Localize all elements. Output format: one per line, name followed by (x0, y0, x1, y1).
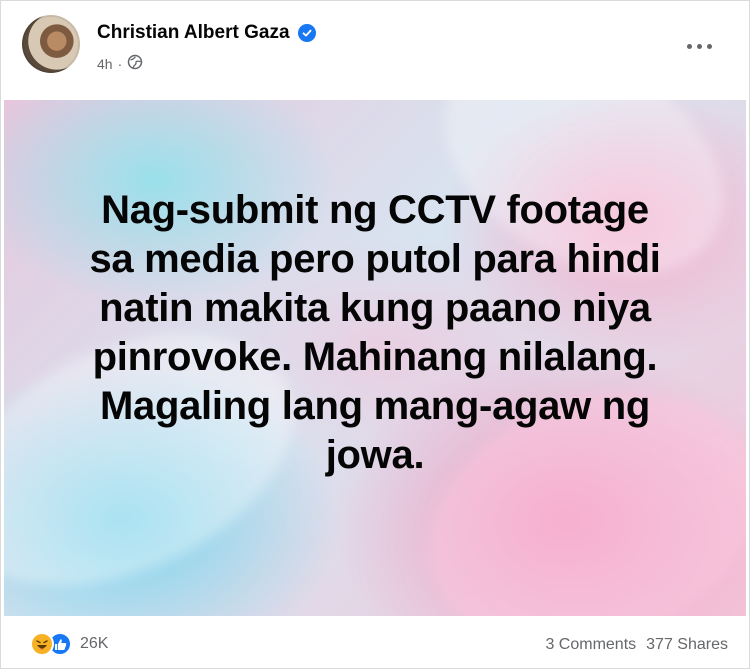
post-meta: 4h · (97, 54, 143, 73)
post-background: Nag-submit ng CCTV footage sa media pero… (4, 100, 746, 616)
post-stats: 3 Comments 377 Shares (545, 636, 728, 654)
haha-icon (30, 632, 54, 656)
post-time[interactable]: 4h (97, 56, 113, 72)
author-avatar[interactable] (22, 15, 80, 73)
author-name[interactable]: Christian Albert Gaza (97, 22, 290, 44)
reaction-summary[interactable]: 26K (30, 632, 108, 656)
reaction-count: 26K (80, 635, 109, 652)
post-footer: 26K 3 Comments 377 Shares (0, 616, 750, 669)
comments-link[interactable]: 3 Comments (545, 636, 636, 654)
post-text: Nag-submit ng CCTV footage sa media pero… (89, 188, 661, 477)
verified-badge-icon (297, 24, 316, 42)
author-name-row: Christian Albert Gaza (97, 22, 316, 44)
more-options-icon[interactable] (684, 40, 714, 52)
shares-link[interactable]: 377 Shares (646, 636, 728, 654)
globe-icon (127, 54, 143, 73)
post-header: Christian Albert Gaza 4h · (0, 0, 750, 100)
separator-dot: · (117, 55, 123, 72)
